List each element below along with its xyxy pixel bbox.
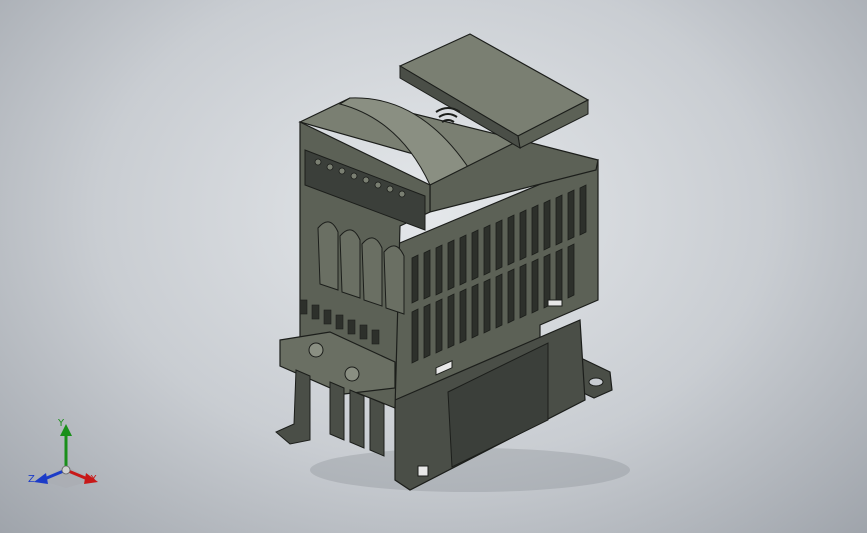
latch-clip <box>547 299 563 307</box>
axis-triad: Y X Z <box>24 418 108 494</box>
graphics-viewport[interactable]: Y X Z <box>0 0 867 533</box>
bottom-clip <box>417 465 429 477</box>
ground-screw <box>308 342 324 358</box>
ground-screw <box>344 366 360 382</box>
z-axis-label: Z <box>28 474 35 485</box>
x-axis-label: X <box>90 474 97 485</box>
z-axis-arrow-icon <box>34 473 48 484</box>
cad-model-inverter[interactable] <box>0 0 867 533</box>
y-axis-label: Y <box>58 418 65 429</box>
foot-hole <box>588 377 604 387</box>
